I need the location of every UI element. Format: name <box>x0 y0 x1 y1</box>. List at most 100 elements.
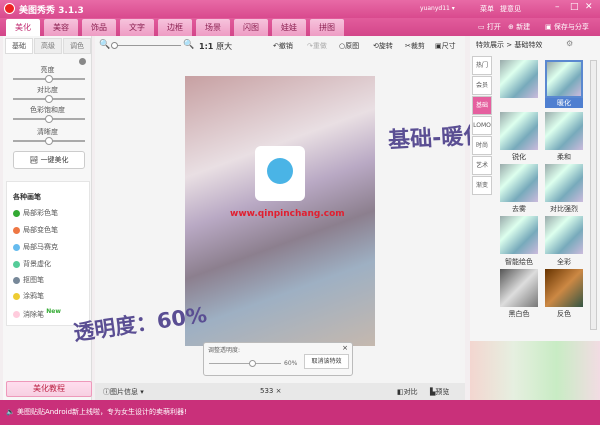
opacity-value: 60% <box>284 360 298 367</box>
effect-thumb[interactable] <box>545 164 583 202</box>
tab-collage[interactable]: 拼图 <box>310 19 344 36</box>
tab-flash[interactable]: 闪图 <box>234 19 268 36</box>
effect-thumb[interactable] <box>500 164 538 202</box>
user-menu[interactable]: yuanyd11 ▾ <box>420 5 455 12</box>
brush-local-recolor[interactable]: 局部变色笔 <box>13 225 58 235</box>
effect-label: 黑白色 <box>508 310 530 318</box>
category-member[interactable]: 会员 <box>472 76 492 95</box>
actual-size-button[interactable]: 1:1 原大 <box>199 41 232 52</box>
app-title: 美图秀秀 3.1.3 <box>19 6 84 16</box>
resize-button[interactable]: ▣尺寸 <box>435 41 456 51</box>
photo-subject <box>255 146 305 201</box>
tutorial-label: 美化教程 <box>33 384 65 393</box>
main-tabs: 美化 美容 饰品 文字 边框 场景 闪图 娃娃 拼图 ▭ 打开 ⊕ 新建 ▣ 保… <box>0 18 600 36</box>
popup-title: 调整透明度: <box>208 347 241 354</box>
new-badge: New <box>46 308 61 315</box>
effect-label: 对比强烈 <box>550 205 578 213</box>
sharpness-slider[interactable] <box>13 137 85 145</box>
original-button[interactable]: ○原图 <box>339 41 359 51</box>
effect-label: 反色 <box>557 310 571 318</box>
zoom-out-icon[interactable]: 🔍 <box>99 40 110 50</box>
subtab-color[interactable]: 调色 <box>63 38 91 54</box>
brush-cutout[interactable]: 抠图笔 <box>13 275 44 285</box>
popup-close-button[interactable]: × <box>342 344 348 352</box>
effect-thumb[interactable] <box>500 269 538 307</box>
new-label: 新建 <box>516 23 531 31</box>
watermark: www.qinpinchang.com <box>230 209 345 219</box>
contrast-slider[interactable] <box>13 95 85 103</box>
redo-button[interactable]: ↷重做 <box>307 41 327 51</box>
app-logo-icon <box>4 3 15 14</box>
effect-label: 柔和 <box>557 153 571 161</box>
maximize-button[interactable]: □ <box>570 2 579 12</box>
slider-label-brightness: 亮度 <box>40 66 55 74</box>
settings-icon[interactable]: ⚙ <box>566 39 573 48</box>
tab-accessories[interactable]: 饰品 <box>82 19 116 36</box>
preview-button[interactable]: ▙预览 <box>430 387 449 397</box>
close-button[interactable]: ✕ <box>585 2 593 12</box>
tab-beauty[interactable]: 美容 <box>44 19 78 36</box>
slider-label-sharpness: 清晰度 <box>37 128 58 136</box>
category-lomo[interactable]: LOMO <box>472 116 492 135</box>
menu-button[interactable]: 菜单 <box>480 4 494 14</box>
subtab-advanced[interactable]: 高级 <box>34 38 62 54</box>
category-gradient[interactable]: 渐变 <box>472 176 492 195</box>
save-share-button[interactable]: ▣ 保存与分享 <box>545 22 589 32</box>
effect-thumb[interactable] <box>500 112 538 150</box>
rotate-button[interactable]: ⟲旋转 <box>373 41 393 51</box>
opacity-popup: 调整透明度: × 60% 取消该特效 <box>203 342 353 376</box>
title-bar: 美图秀秀 3.1.3 yuanyd11 ▾ 菜单 提意见 – □ ✕ <box>0 0 600 18</box>
brush-doodle[interactable]: 涂鸦笔 <box>13 291 44 301</box>
effect-label: 全彩 <box>557 258 571 266</box>
one-click-label: 一键美化 <box>40 156 69 164</box>
slider-label-contrast: 对比度 <box>37 86 58 94</box>
effects-scrollbar[interactable] <box>590 60 597 330</box>
brush-title: 各种画笔 <box>13 193 41 201</box>
brush-bg-blur[interactable]: 背景虚化 <box>13 259 51 269</box>
tab-frame[interactable]: 边框 <box>158 19 192 36</box>
category-basic[interactable]: 基础 <box>472 96 492 115</box>
crop-button[interactable]: ✂裁剪 <box>405 41 425 51</box>
brush-eraser[interactable]: 消除笔 New <box>13 308 61 319</box>
subtab-basic[interactable]: 基础 <box>5 38 33 54</box>
opacity-slider[interactable] <box>209 360 281 367</box>
status-bar[interactable]: 🔈 美图贴贴Android新上线啦，专为女生设计的卖萌利器! <box>0 400 600 425</box>
effects-panel: 特效展示 > 基础特效 ⚙ 热门 会员 基础 LOMO 时尚 艺术 渐变 暖化 … <box>470 36 600 400</box>
category-fashion[interactable]: 时尚 <box>472 136 492 155</box>
tab-beautify[interactable]: 美化 <box>6 19 40 36</box>
brush-local-color[interactable]: 局部彩色笔 <box>13 208 58 218</box>
zoom-in-icon[interactable]: 🔍 <box>183 40 194 50</box>
cancel-effect-button[interactable]: 取消该特效 <box>304 354 349 369</box>
new-button[interactable]: ⊕ 新建 <box>508 22 530 32</box>
tab-doll[interactable]: 娃娃 <box>272 19 306 36</box>
category-art[interactable]: 艺术 <box>472 156 492 175</box>
undo-button[interactable]: ↶撤销 <box>273 41 293 51</box>
brightness-slider[interactable] <box>13 75 85 83</box>
compare-button[interactable]: ◧对比 <box>397 387 418 397</box>
saturation-slider[interactable] <box>13 115 85 123</box>
tab-scene[interactable]: 场景 <box>196 19 230 36</box>
brush-mosaic[interactable]: 局部马赛克 <box>13 242 58 252</box>
effect-thumb[interactable] <box>500 216 538 254</box>
reset-icon[interactable] <box>79 58 86 65</box>
effect-thumb[interactable] <box>545 112 583 150</box>
effect-label: 智能绘色 <box>505 258 533 266</box>
effect-thumb[interactable] <box>545 216 583 254</box>
effect-thumb[interactable] <box>500 60 538 98</box>
brush-panel <box>6 181 90 326</box>
zoom-slider[interactable] <box>111 42 181 49</box>
effect-label: 锐化 <box>512 153 526 161</box>
canvas-area: 🔍 🔍 1:1 原大 ↶撤销 ↷重做 ○原图 ⟲旋转 ✂裁剪 ▣尺寸 www.q… <box>72 36 465 400</box>
tab-text[interactable]: 文字 <box>120 19 154 36</box>
blurred-area <box>470 341 600 400</box>
feedback-button[interactable]: 提意见 <box>500 4 521 14</box>
effect-warm-selected[interactable] <box>545 60 583 98</box>
open-button[interactable]: ▭ 打开 <box>478 22 501 32</box>
tutorial-button[interactable]: 美化教程 <box>6 381 92 397</box>
effect-thumb[interactable] <box>545 269 583 307</box>
image-info-button[interactable]: ⓘ图片信息 ▾ <box>103 387 144 397</box>
one-click-beautify-button[interactable]: 🏞 一键美化 <box>13 151 85 169</box>
effect-label: 去雾 <box>512 205 526 213</box>
minimize-button[interactable]: – <box>555 2 560 12</box>
category-hot[interactable]: 热门 <box>472 56 492 75</box>
